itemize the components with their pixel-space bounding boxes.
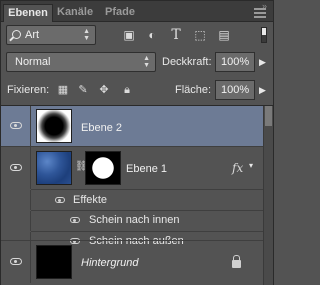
fill-arrow-icon[interactable]: ▶: [259, 85, 266, 96]
tab-bar: Ebenen Kanäle Pfade »: [1, 1, 273, 22]
opacity-arrow-icon[interactable]: ▶: [259, 57, 266, 68]
layer-row-hintergrund[interactable]: Hintergrund: [1, 241, 263, 283]
eye-icon[interactable]: [10, 164, 22, 171]
eye-icon[interactable]: [10, 258, 22, 265]
eye-icon[interactable]: [55, 197, 65, 203]
fx-icon[interactable]: fx: [232, 161, 243, 175]
layers-scrollbar[interactable]: [263, 106, 273, 285]
lock-row: Fixieren: ▦ ✎ ✥ 🔒︎ Fläche: 100% ▶: [1, 78, 273, 102]
effect-row-inner-glow[interactable]: Schein nach innen: [1, 211, 263, 231]
fill-input[interactable]: 100%: [215, 80, 255, 100]
layer-name[interactable]: Ebene 2: [81, 122, 122, 134]
layers-list: Ebene 2 ⛓ Ebene 1 fx ▾ Effekte Schein na…: [1, 106, 273, 285]
smart-object-filter-icon[interactable]: ▤: [217, 28, 231, 42]
filter-kind-dropdown[interactable]: Art ▲ ▼: [6, 25, 96, 45]
tab-kanaele[interactable]: Kanäle: [57, 4, 93, 22]
expand-effects-icon[interactable]: ▾: [249, 161, 253, 170]
search-icon: [12, 30, 21, 39]
shape-filter-icon[interactable]: ⬚: [193, 28, 207, 42]
layer-thumbnail: [36, 109, 72, 143]
filter-kind-label: Art: [25, 29, 40, 41]
lock-all-icon[interactable]: 🔒︎: [121, 84, 133, 96]
layer-mask-thumbnail[interactable]: [85, 151, 121, 185]
layer-thumbnail: [36, 151, 72, 185]
dropdown-arrows-icon: ▲ ▼: [143, 55, 150, 69]
panel-menu-icon[interactable]: [254, 8, 266, 18]
adjustment-filter-icon[interactable]: ◐: [145, 28, 159, 42]
eye-icon[interactable]: [10, 122, 22, 129]
layer-name[interactable]: Hintergrund: [81, 257, 138, 269]
effect-label: Schein nach innen: [89, 214, 180, 226]
visibility-cell[interactable]: [1, 241, 31, 283]
lock-transparency-icon[interactable]: ▦: [57, 84, 69, 96]
fill-label: Fläche:: [175, 84, 212, 96]
type-filter-icon[interactable]: T: [169, 28, 183, 42]
layers-panel: Ebenen Kanäle Pfade » Art ▲ ▼ ▣ ◐ T ⬚ ▤ N…: [0, 0, 274, 285]
blend-mode-value: Normal: [15, 56, 51, 68]
tab-ebenen[interactable]: Ebenen: [3, 4, 53, 22]
lock-label: Fixieren:: [7, 84, 50, 96]
effects-label: Effekte: [73, 194, 108, 206]
lock-icon: [232, 255, 241, 268]
visibility-cell[interactable]: [1, 147, 31, 189]
lock-pixels-icon[interactable]: ✎: [77, 84, 89, 96]
opacity-label: Deckkraft:: [162, 56, 212, 68]
visibility-cell: [1, 211, 31, 231]
visibility-cell[interactable]: [1, 106, 31, 146]
visibility-cell: [1, 190, 31, 210]
layer-name[interactable]: Ebene 1: [126, 163, 167, 175]
lock-position-icon[interactable]: ✥: [98, 84, 110, 96]
eye-icon[interactable]: [70, 217, 80, 223]
dropdown-arrows-icon: ▲ ▼: [83, 28, 90, 42]
effects-header-row[interactable]: Effekte: [1, 190, 263, 210]
tab-pfade[interactable]: Pfade: [105, 4, 135, 22]
layer-row-ebene-1[interactable]: ⛓ Ebene 1 fx ▾: [1, 147, 263, 189]
layer-thumbnail: [36, 245, 72, 279]
blend-mode-dropdown[interactable]: Normal ▲ ▼: [6, 52, 156, 72]
opacity-input[interactable]: 100%: [215, 52, 255, 72]
blend-row: Normal ▲ ▼ Deckkraft: 100% ▶: [1, 50, 273, 74]
image-filter-icon[interactable]: ▣: [122, 28, 136, 42]
filter-row: Art ▲ ▼ ▣ ◐ T ⬚ ▤: [1, 23, 273, 47]
scrollbar-thumb[interactable]: [265, 106, 272, 126]
layer-row-ebene-2[interactable]: Ebene 2: [1, 106, 263, 146]
filter-toggle[interactable]: [261, 27, 267, 43]
